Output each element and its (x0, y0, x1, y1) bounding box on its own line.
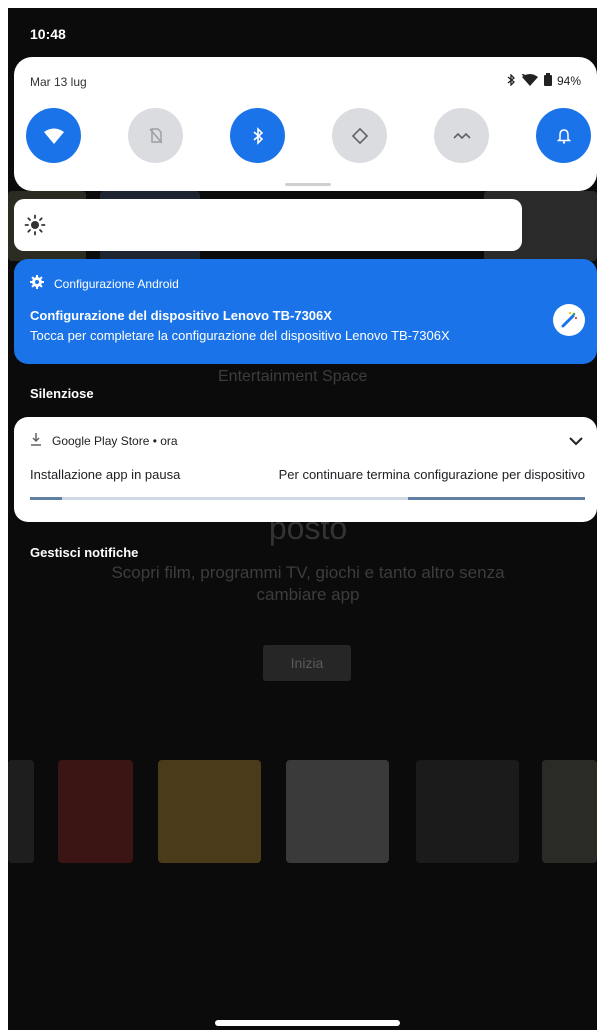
auto-rotate-icon (351, 127, 368, 144)
bg-app-tile-4 (286, 760, 389, 863)
section-silent: Silenziose (30, 386, 94, 401)
play-title: Installazione app in pausa (30, 467, 181, 482)
battery-percent: 94% (556, 74, 581, 88)
download-icon (30, 432, 42, 449)
bg-app-tile-5 (416, 760, 519, 863)
notification-text: Tocca per completare la configurazione d… (30, 328, 450, 343)
notification-android-setup[interactable]: Configurazione Android Configurazione de… (14, 259, 597, 364)
bg-entertainment-space: Entertainment Space (218, 368, 368, 385)
status-time: 10:48 (30, 26, 66, 42)
bg-app-tile-2 (58, 760, 133, 863)
gear-icon (30, 275, 44, 292)
brightness-slider[interactable] (14, 199, 522, 251)
bg-app-tile-1 (8, 760, 34, 863)
data-saver-icon (452, 132, 471, 139)
tile-bluetooth[interactable] (230, 108, 285, 163)
wifi-status-icon (521, 73, 539, 89)
progress-segment-left (30, 497, 62, 500)
brightness-icon (24, 214, 46, 241)
bg-subtitle-2: cambiare app (256, 585, 360, 604)
manage-notifications-link[interactable]: Gestisci notifiche (30, 545, 138, 560)
play-text: Per continuare termina configurazione pe… (278, 467, 585, 482)
tile-data-saver[interactable] (434, 108, 489, 163)
bluetooth-icon (252, 126, 263, 145)
bg-app-tile-6 (542, 760, 597, 863)
screen: Entertainment Space posto Scopri film, p… (8, 8, 597, 1030)
qs-status-icons: 94% (506, 72, 581, 89)
tile-sound[interactable] (536, 108, 591, 163)
notification-app-name: Configurazione Android (54, 276, 179, 291)
gesture-nav-handle[interactable] (215, 1020, 400, 1026)
battery-icon (543, 73, 552, 89)
qs-date: Mar 13 lug (30, 75, 87, 89)
play-app-name: Google Play Store • ora (52, 433, 178, 448)
notification-app-row: Configurazione Android (30, 275, 179, 292)
magic-wand-icon[interactable] (553, 304, 585, 336)
play-app-row: Google Play Store • ora (30, 432, 178, 449)
notification-title: Configurazione del dispositivo Lenovo TB… (30, 308, 332, 323)
bg-start-button: Inizia (263, 645, 351, 681)
tile-mobile-data[interactable] (128, 108, 183, 163)
tile-auto-rotate[interactable] (332, 108, 387, 163)
bg-app-tile-3 (158, 760, 261, 863)
bluetooth-status-icon (506, 72, 516, 89)
notification-play-store[interactable]: Google Play Store • ora Installazione ap… (14, 417, 597, 522)
panel-drag-handle[interactable] (285, 183, 331, 186)
bg-subtitle-1: Scopri film, programmi TV, giochi e tant… (111, 563, 505, 582)
wifi-icon (43, 128, 64, 144)
chevron-down-icon[interactable] (569, 433, 583, 451)
tile-wifi[interactable] (26, 108, 81, 163)
indeterminate-progress-bar (30, 497, 585, 500)
progress-segment-right (408, 497, 585, 500)
bell-icon (556, 128, 571, 144)
quick-settings-panel: Mar 13 lug 94% (14, 57, 597, 191)
no-sim-icon (148, 127, 163, 143)
